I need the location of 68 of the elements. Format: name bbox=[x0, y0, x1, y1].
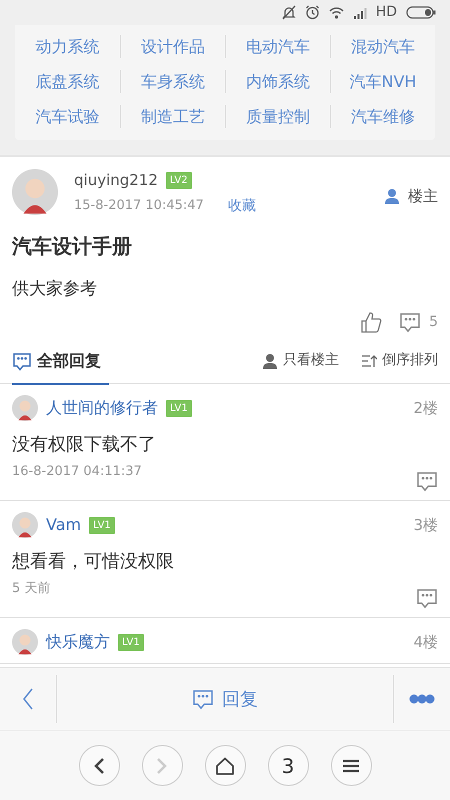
home-nav-button[interactable] bbox=[204, 745, 246, 786]
avatar bbox=[12, 629, 38, 655]
avatar bbox=[12, 512, 38, 538]
floor-number: 3楼 bbox=[413, 514, 438, 536]
comment-icon bbox=[416, 587, 438, 609]
menu-nav-button[interactable] bbox=[330, 745, 372, 786]
username: qiuying212 bbox=[74, 170, 158, 191]
signal-icon bbox=[352, 6, 367, 18]
like-button[interactable] bbox=[359, 310, 384, 334]
wifi-icon bbox=[328, 6, 344, 18]
chevron-left-icon bbox=[93, 756, 105, 774]
comment-icon bbox=[192, 688, 214, 710]
favorite-link[interactable]: 收藏 bbox=[228, 196, 256, 216]
mute-bell-icon bbox=[282, 5, 296, 20]
avatar bbox=[12, 169, 58, 215]
home-icon bbox=[215, 756, 235, 774]
category-link[interactable]: 汽车NVH bbox=[330, 70, 435, 93]
level-badge: LV2 bbox=[166, 172, 192, 189]
network-label: HD bbox=[376, 3, 397, 22]
person-icon bbox=[262, 352, 278, 368]
battery-icon bbox=[406, 6, 436, 19]
back-nav-button[interactable] bbox=[78, 745, 120, 786]
category-link[interactable]: 汽车维修 bbox=[330, 105, 435, 128]
chevron-left-icon bbox=[22, 687, 34, 711]
reply-tab[interactable]: 只看楼主 bbox=[262, 338, 339, 384]
comment-icon bbox=[416, 470, 438, 492]
level-badge: LV1 bbox=[166, 400, 192, 416]
category-link[interactable]: 内饰系统 bbox=[225, 70, 330, 93]
floor-number: 4楼 bbox=[413, 632, 438, 653]
category-link[interactable]: 制造工艺 bbox=[120, 105, 225, 128]
category-link[interactable]: 电动汽车 bbox=[225, 35, 330, 58]
level-badge: LV1 bbox=[118, 634, 144, 650]
post-body: 供大家参考 bbox=[12, 278, 98, 300]
post-title: 汽车设计手册 bbox=[12, 232, 133, 260]
reply-author[interactable]: 快乐魔方 bbox=[46, 630, 110, 654]
category-link[interactable]: 质量控制 bbox=[225, 105, 330, 128]
avatar bbox=[12, 395, 38, 421]
thumbs-up-icon bbox=[359, 310, 384, 334]
category-link[interactable]: 汽车试验 bbox=[15, 105, 120, 128]
person-icon bbox=[384, 188, 400, 204]
reply-author[interactable]: 人世间的修行者 bbox=[46, 396, 158, 420]
more-icon bbox=[409, 694, 435, 704]
alarm-icon bbox=[304, 5, 320, 20]
reply-time: 5 天前 bbox=[12, 580, 50, 598]
reply-comment-button[interactable] bbox=[416, 587, 438, 609]
level-badge: LV1 bbox=[89, 516, 115, 534]
category-link[interactable]: 动力系统 bbox=[15, 35, 120, 58]
reply-author[interactable]: Vam bbox=[46, 513, 82, 537]
comment-icon bbox=[12, 350, 32, 370]
reply-tab[interactable]: 全部回复 bbox=[12, 338, 109, 384]
tabs-nav-button[interactable]: 3 bbox=[268, 745, 308, 786]
floor-number: 2楼 bbox=[413, 398, 438, 419]
reply-time: 16-8-2017 04:11:37 bbox=[12, 463, 142, 481]
chevron-right-icon bbox=[156, 756, 168, 774]
comment-button[interactable]: 5 bbox=[399, 311, 438, 333]
sort-icon bbox=[361, 354, 377, 368]
reply-comment-button[interactable] bbox=[416, 470, 438, 492]
category-link[interactable]: 底盘系统 bbox=[15, 70, 120, 93]
owner-label: 楼主 bbox=[408, 186, 438, 207]
post-time: 15-8-2017 10:45:47 bbox=[74, 197, 204, 216]
category-link[interactable]: 车身系统 bbox=[120, 70, 225, 93]
menu-icon bbox=[342, 758, 360, 772]
reply-text: 没有权限下载不了 bbox=[12, 433, 157, 457]
comment-icon bbox=[399, 311, 422, 333]
reply-tab[interactable]: 倒序排列 bbox=[361, 338, 438, 384]
reply-text: 想看看，可惜没权限 bbox=[12, 550, 175, 574]
category-link[interactable]: 混动汽车 bbox=[330, 35, 435, 58]
category-link[interactable]: 设计作品 bbox=[120, 35, 225, 58]
